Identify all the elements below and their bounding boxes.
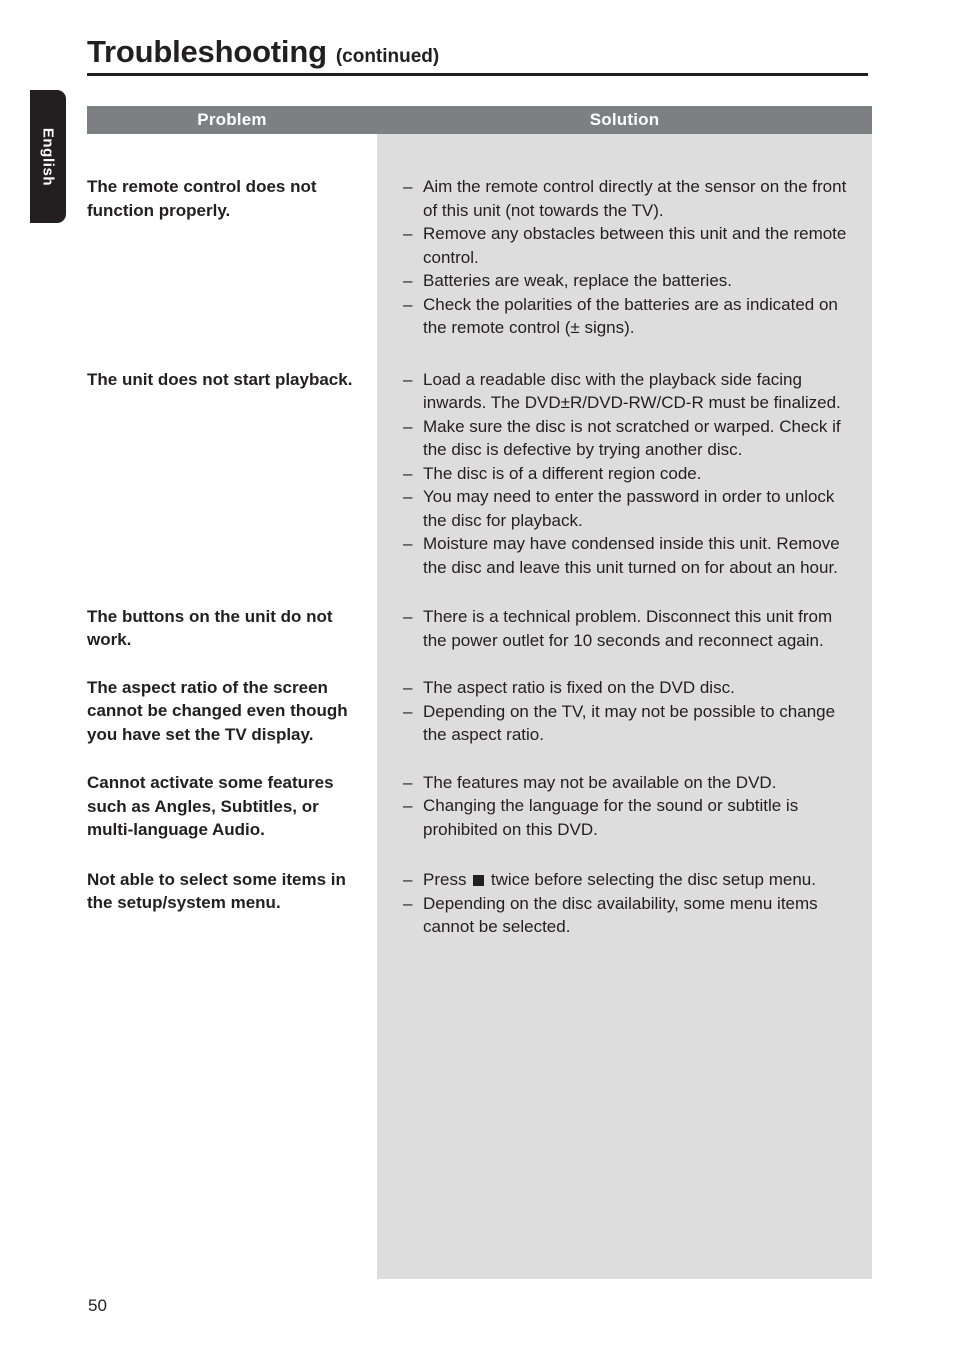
solution-item: – Changing the language for the sound or … bbox=[403, 794, 860, 841]
bullet-dash-icon: – bbox=[403, 177, 413, 196]
solution-text: The disc is of a different region code. bbox=[423, 463, 702, 483]
bullet-dash-icon: – bbox=[403, 463, 413, 483]
bullet-dash-icon: – bbox=[403, 416, 413, 436]
bullet-dash-icon: – bbox=[403, 893, 413, 913]
column-header-problem: Problem bbox=[197, 110, 267, 129]
problem-cell: Cannot activate some features such as An… bbox=[87, 773, 334, 839]
solution-text: The features may not be available on the… bbox=[423, 772, 777, 792]
solution-item: – Load a readable disc with the playback … bbox=[403, 368, 860, 415]
solution-item: – You may need to enter the password in o… bbox=[403, 485, 860, 532]
solution-text: Make sure the disc is not scratched or w… bbox=[423, 416, 841, 460]
solution-group: – Load a readable disc with the playback … bbox=[377, 368, 872, 580]
solution-item: – Remove any obstacles between this unit … bbox=[403, 222, 860, 269]
language-tab-english: English bbox=[30, 90, 66, 223]
solution-text: The aspect ratio is fixed on the DVD dis… bbox=[423, 678, 735, 697]
bullet-dash-icon: – bbox=[403, 294, 413, 314]
solution-item: – Check the polarities of the batteries a… bbox=[403, 293, 860, 340]
problem-cell: The buttons on the unit do not work. bbox=[87, 606, 333, 650]
bullet-dash-icon: – bbox=[403, 796, 413, 815]
problem-cell: The unit does not start playback. bbox=[87, 370, 353, 389]
solution-group: – The features may not be available on th… bbox=[377, 771, 872, 842]
solution-text: Aim the remote control directly at the s… bbox=[423, 177, 847, 220]
solution-item: – Make sure the disc is not scratched or … bbox=[403, 415, 860, 462]
language-tab-label: English bbox=[39, 127, 57, 186]
solution-item: – The aspect ratio is fixed on the DVD di… bbox=[403, 676, 860, 700]
table-body: The remote control does not function pro… bbox=[87, 134, 872, 1279]
solution-item: – The features may not be available on th… bbox=[403, 771, 860, 795]
solution-item: – Depending on the TV, it may not be poss… bbox=[403, 700, 860, 747]
title-divider bbox=[87, 73, 868, 76]
solution-group: – Press twice before selecting the disc s… bbox=[377, 868, 872, 939]
problem-column: The remote control does not function pro… bbox=[87, 134, 377, 1279]
solution-item: – Press twice before selecting the disc s… bbox=[403, 868, 860, 892]
solution-column: – Aim the remote control directly at the … bbox=[377, 134, 872, 1279]
page-title-suffix: (continued) bbox=[335, 46, 440, 67]
bullet-dash-icon: – bbox=[403, 678, 413, 697]
bullet-dash-icon: – bbox=[403, 534, 413, 553]
title-line: Troubleshooting (continued) bbox=[87, 36, 868, 73]
solution-item: – Aim the remote control directly at the … bbox=[403, 175, 860, 222]
solution-item: – Depending on the disc availability, som… bbox=[403, 892, 860, 939]
solution-group: – Aim the remote control directly at the … bbox=[377, 175, 872, 340]
bullet-dash-icon: – bbox=[403, 224, 413, 243]
solution-item: – The disc is of a different region code. bbox=[403, 462, 860, 486]
problem-cell: The aspect ratio of the screen cannot be… bbox=[87, 677, 348, 744]
page-header: Troubleshooting (continued) bbox=[87, 36, 868, 76]
solution-item: – Batteries are weak, replace the batteri… bbox=[403, 269, 860, 293]
problem-cell: Not able to select some items in the set… bbox=[87, 869, 346, 913]
page-number: 50 bbox=[88, 1296, 107, 1315]
bullet-dash-icon: – bbox=[403, 701, 413, 721]
problem-cell: The remote control does not function pro… bbox=[87, 177, 317, 220]
solution-text: Check the polarities of the batteries ar… bbox=[423, 294, 838, 338]
troubleshooting-table: Problem Solution The remote control does… bbox=[87, 106, 872, 1279]
bullet-dash-icon: – bbox=[403, 271, 413, 290]
solution-text: Load a readable disc with the playback s… bbox=[423, 369, 841, 413]
solution-text: Changing the language for the sound or s… bbox=[423, 796, 799, 839]
column-header-solution: Solution bbox=[589, 110, 660, 129]
solution-text: Moisture may have condensed inside this … bbox=[423, 534, 840, 577]
bullet-dash-icon: – bbox=[403, 369, 413, 389]
solution-item: – There is a technical problem. Disconnec… bbox=[403, 605, 860, 652]
solution-group: – The aspect ratio is fixed on the DVD di… bbox=[377, 676, 872, 747]
table-header-row: Problem Solution bbox=[87, 106, 872, 134]
solution-text: Press twice before selecting the disc se… bbox=[423, 870, 816, 889]
page-title: Troubleshooting bbox=[87, 34, 327, 69]
bullet-dash-icon: – bbox=[403, 870, 413, 889]
solution-item: – Moisture may have condensed inside this… bbox=[403, 532, 860, 579]
solution-text: Batteries are weak, replace the batterie… bbox=[423, 271, 732, 290]
bullet-dash-icon: – bbox=[403, 487, 413, 506]
solution-group: – There is a technical problem. Disconnec… bbox=[377, 605, 872, 652]
solution-text: There is a technical problem. Disconnect… bbox=[423, 607, 833, 650]
solution-text: Depending on the disc availability, some… bbox=[423, 893, 818, 937]
solution-text: Depending on the TV, it may not be possi… bbox=[423, 701, 836, 745]
stop-button-icon bbox=[473, 875, 485, 886]
solution-text: Remove any obstacles between this unit a… bbox=[423, 224, 847, 267]
bullet-dash-icon: – bbox=[403, 772, 413, 792]
solution-text: You may need to enter the password in or… bbox=[423, 487, 835, 530]
bullet-dash-icon: – bbox=[403, 607, 413, 626]
